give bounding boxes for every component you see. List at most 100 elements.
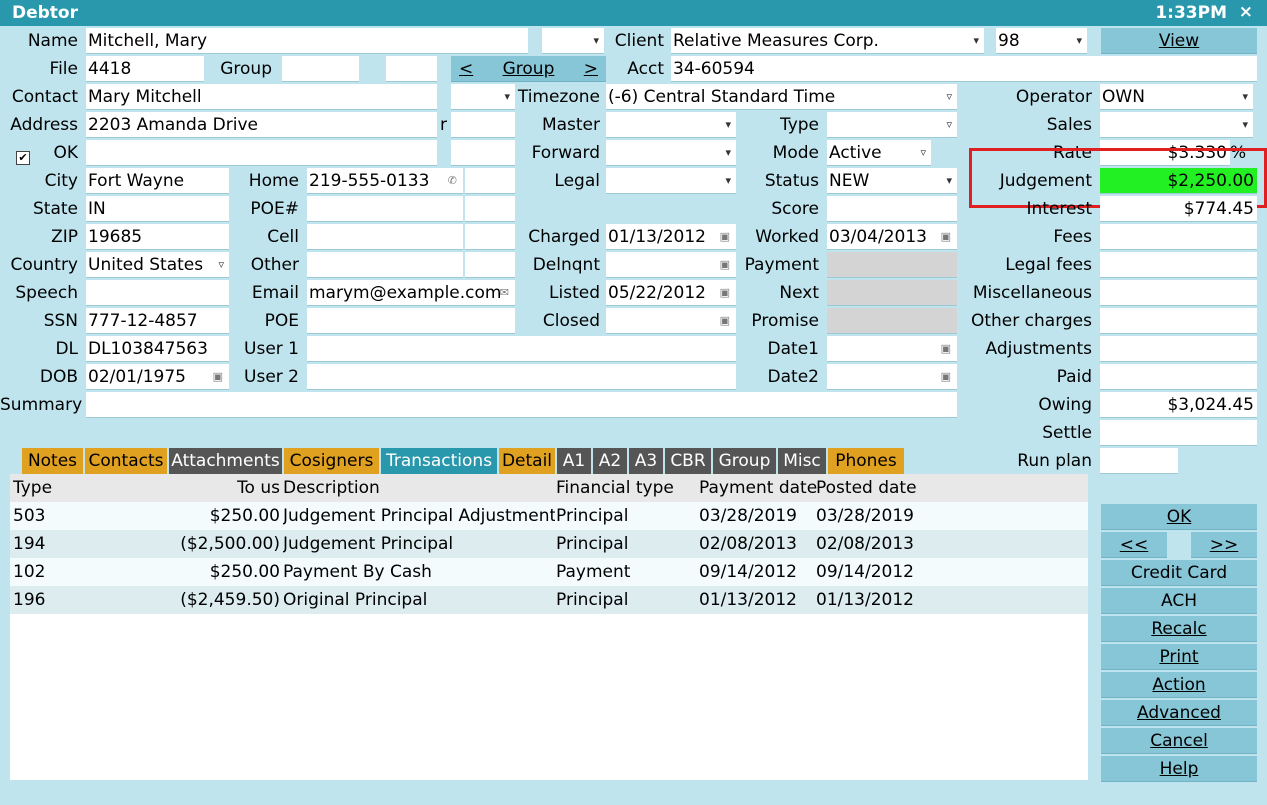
listed-field[interactable]: 05/22/2012 ▣ [606,280,736,306]
legal-dropdown[interactable]: ▾ [606,168,736,194]
other-charges-field[interactable] [1100,308,1257,334]
calendar-icon[interactable]: ▣ [720,280,730,305]
status-dropdown[interactable]: NEW ▾ [827,168,957,194]
ach-button[interactable]: ACH [1101,588,1257,614]
charged-field[interactable]: 01/13/2012 ▣ [606,224,736,250]
calendar-icon[interactable]: ▣ [213,364,223,389]
home-ext-field[interactable] [465,168,515,194]
tab-a3[interactable]: A3 [629,448,663,474]
group-nav-button[interactable]: < Group > [451,56,606,82]
summary-field[interactable] [86,392,957,418]
city-field[interactable]: Fort Wayne [86,168,229,194]
table-row[interactable]: 194 ($2,500.00) Judgement Principal Prin… [10,530,1088,558]
phone-icon[interactable]: ✆ [448,168,457,193]
cell-phone-field[interactable] [307,224,463,250]
cell-ext-field[interactable] [465,224,515,250]
settle-field[interactable] [1100,420,1257,446]
home-phone-field[interactable]: 219-555-0133 ✆ [307,168,463,194]
calendar-icon[interactable]: ▣ [720,224,730,249]
mail-icon[interactable]: ✉ [500,280,509,305]
paid-field[interactable] [1100,364,1257,390]
table-row[interactable]: 503 $250.00 Judgement Principal Adjustme… [10,502,1088,530]
address-extra-field[interactable] [451,112,515,138]
calendar-icon[interactable]: ▣ [941,364,951,389]
date2-field[interactable]: ▣ [827,364,957,390]
owing-field[interactable]: $3,024.45 [1100,392,1257,418]
client-number-dropdown[interactable]: 98 ▾ [996,28,1087,54]
contact-field[interactable]: Mary Mitchell [86,84,437,110]
advanced-button[interactable]: Advanced [1101,700,1257,726]
col-financial-type[interactable]: Financial type [556,474,696,502]
address2-field[interactable] [86,140,437,166]
ssn-field[interactable]: 777-12-4857 [86,308,229,334]
speech-field[interactable] [86,280,229,306]
email-field[interactable]: marym@example.com ✉ [307,280,515,306]
calendar-icon[interactable]: ▣ [720,308,730,333]
misc-field[interactable] [1100,280,1257,306]
zip-field[interactable]: 19685 [86,224,229,250]
view-button[interactable]: View [1101,28,1257,54]
score-field[interactable] [827,196,957,222]
tab-contacts[interactable]: Contacts [85,448,167,474]
address2-extra-field[interactable] [451,140,515,166]
ok-button[interactable]: OK [1101,504,1257,530]
name-field[interactable]: Mitchell, Mary [86,28,528,54]
state-field[interactable]: IN [86,196,229,222]
poe-field[interactable] [307,308,515,334]
tab-a2[interactable]: A2 [593,448,627,474]
col-payment-date[interactable]: Payment date [699,474,817,502]
print-button[interactable]: Print [1101,644,1257,670]
tab-cosigners[interactable]: Cosigners [284,448,379,474]
col-description[interactable]: Description [283,474,553,502]
user1-field[interactable] [307,336,736,362]
file-field[interactable]: 4418 [86,56,204,82]
tab-detail[interactable]: Detail [499,448,555,474]
credit-card-button[interactable]: Credit Card [1101,560,1257,586]
contact-type-dropdown[interactable]: ▾ [451,84,515,110]
close-icon[interactable]: × [1239,2,1253,22]
tab-notes[interactable]: Notes [22,448,83,474]
tab-transactions[interactable]: Transactions [381,448,497,474]
calendar-icon[interactable]: ▣ [941,224,951,249]
tab-cbr[interactable]: CBR [665,448,711,474]
calendar-icon[interactable]: ▣ [720,252,730,277]
recalc-button[interactable]: Recalc [1101,616,1257,642]
name-suffix-dropdown[interactable]: ▾ [542,28,604,54]
tab-misc[interactable]: Misc [778,448,826,474]
delnqnt-field[interactable]: ▣ [606,252,736,278]
client-dropdown[interactable]: Relative Measures Corp. ▾ [671,28,984,54]
operator-dropdown[interactable]: OWN ▾ [1100,84,1253,110]
date1-field[interactable]: ▣ [827,336,957,362]
help-button[interactable]: Help [1101,756,1257,782]
worked-field[interactable]: 03/04/2013 ▣ [827,224,957,250]
fees-field[interactable] [1100,224,1257,250]
address-field[interactable]: 2203 Amanda Drive [86,112,437,138]
cancel-button[interactable]: Cancel [1101,728,1257,754]
col-to-us[interactable]: To us [100,474,280,502]
dl-field[interactable]: DL103847563 [86,336,229,362]
other-phone-field[interactable] [307,252,463,278]
country-dropdown[interactable]: United States ▿ [86,252,229,278]
group-field[interactable] [282,56,359,82]
action-button[interactable]: Action [1101,672,1257,698]
interest-field[interactable]: $774.45 [1100,196,1257,222]
tab-group[interactable]: Group [713,448,776,474]
group-extra-field[interactable] [386,56,437,82]
forward-dropdown[interactable]: ▾ [606,140,736,166]
poe-phone-field[interactable] [307,196,463,222]
dob-field[interactable]: 02/01/1975 ▣ [86,364,229,390]
poe-ext-field[interactable] [465,196,515,222]
tab-attachments[interactable]: Attachments [169,448,282,474]
col-type[interactable]: Type [13,474,93,502]
mode-dropdown[interactable]: Active ▿ [827,140,931,166]
group-prev-icon[interactable]: < [459,56,473,82]
closed-field[interactable]: ▣ [606,308,736,334]
calendar-icon[interactable]: ▣ [941,336,951,361]
type-dropdown[interactable]: ▿ [827,112,957,138]
group-next-icon[interactable]: > [584,56,598,82]
tab-phones[interactable]: Phones [828,448,904,474]
sales-dropdown[interactable]: ▾ [1100,112,1253,138]
next-button[interactable]: >> [1191,532,1257,558]
col-posted-date[interactable]: Posted date [816,474,934,502]
table-row[interactable]: 102 $250.00 Payment By Cash Payment 09/1… [10,558,1088,586]
